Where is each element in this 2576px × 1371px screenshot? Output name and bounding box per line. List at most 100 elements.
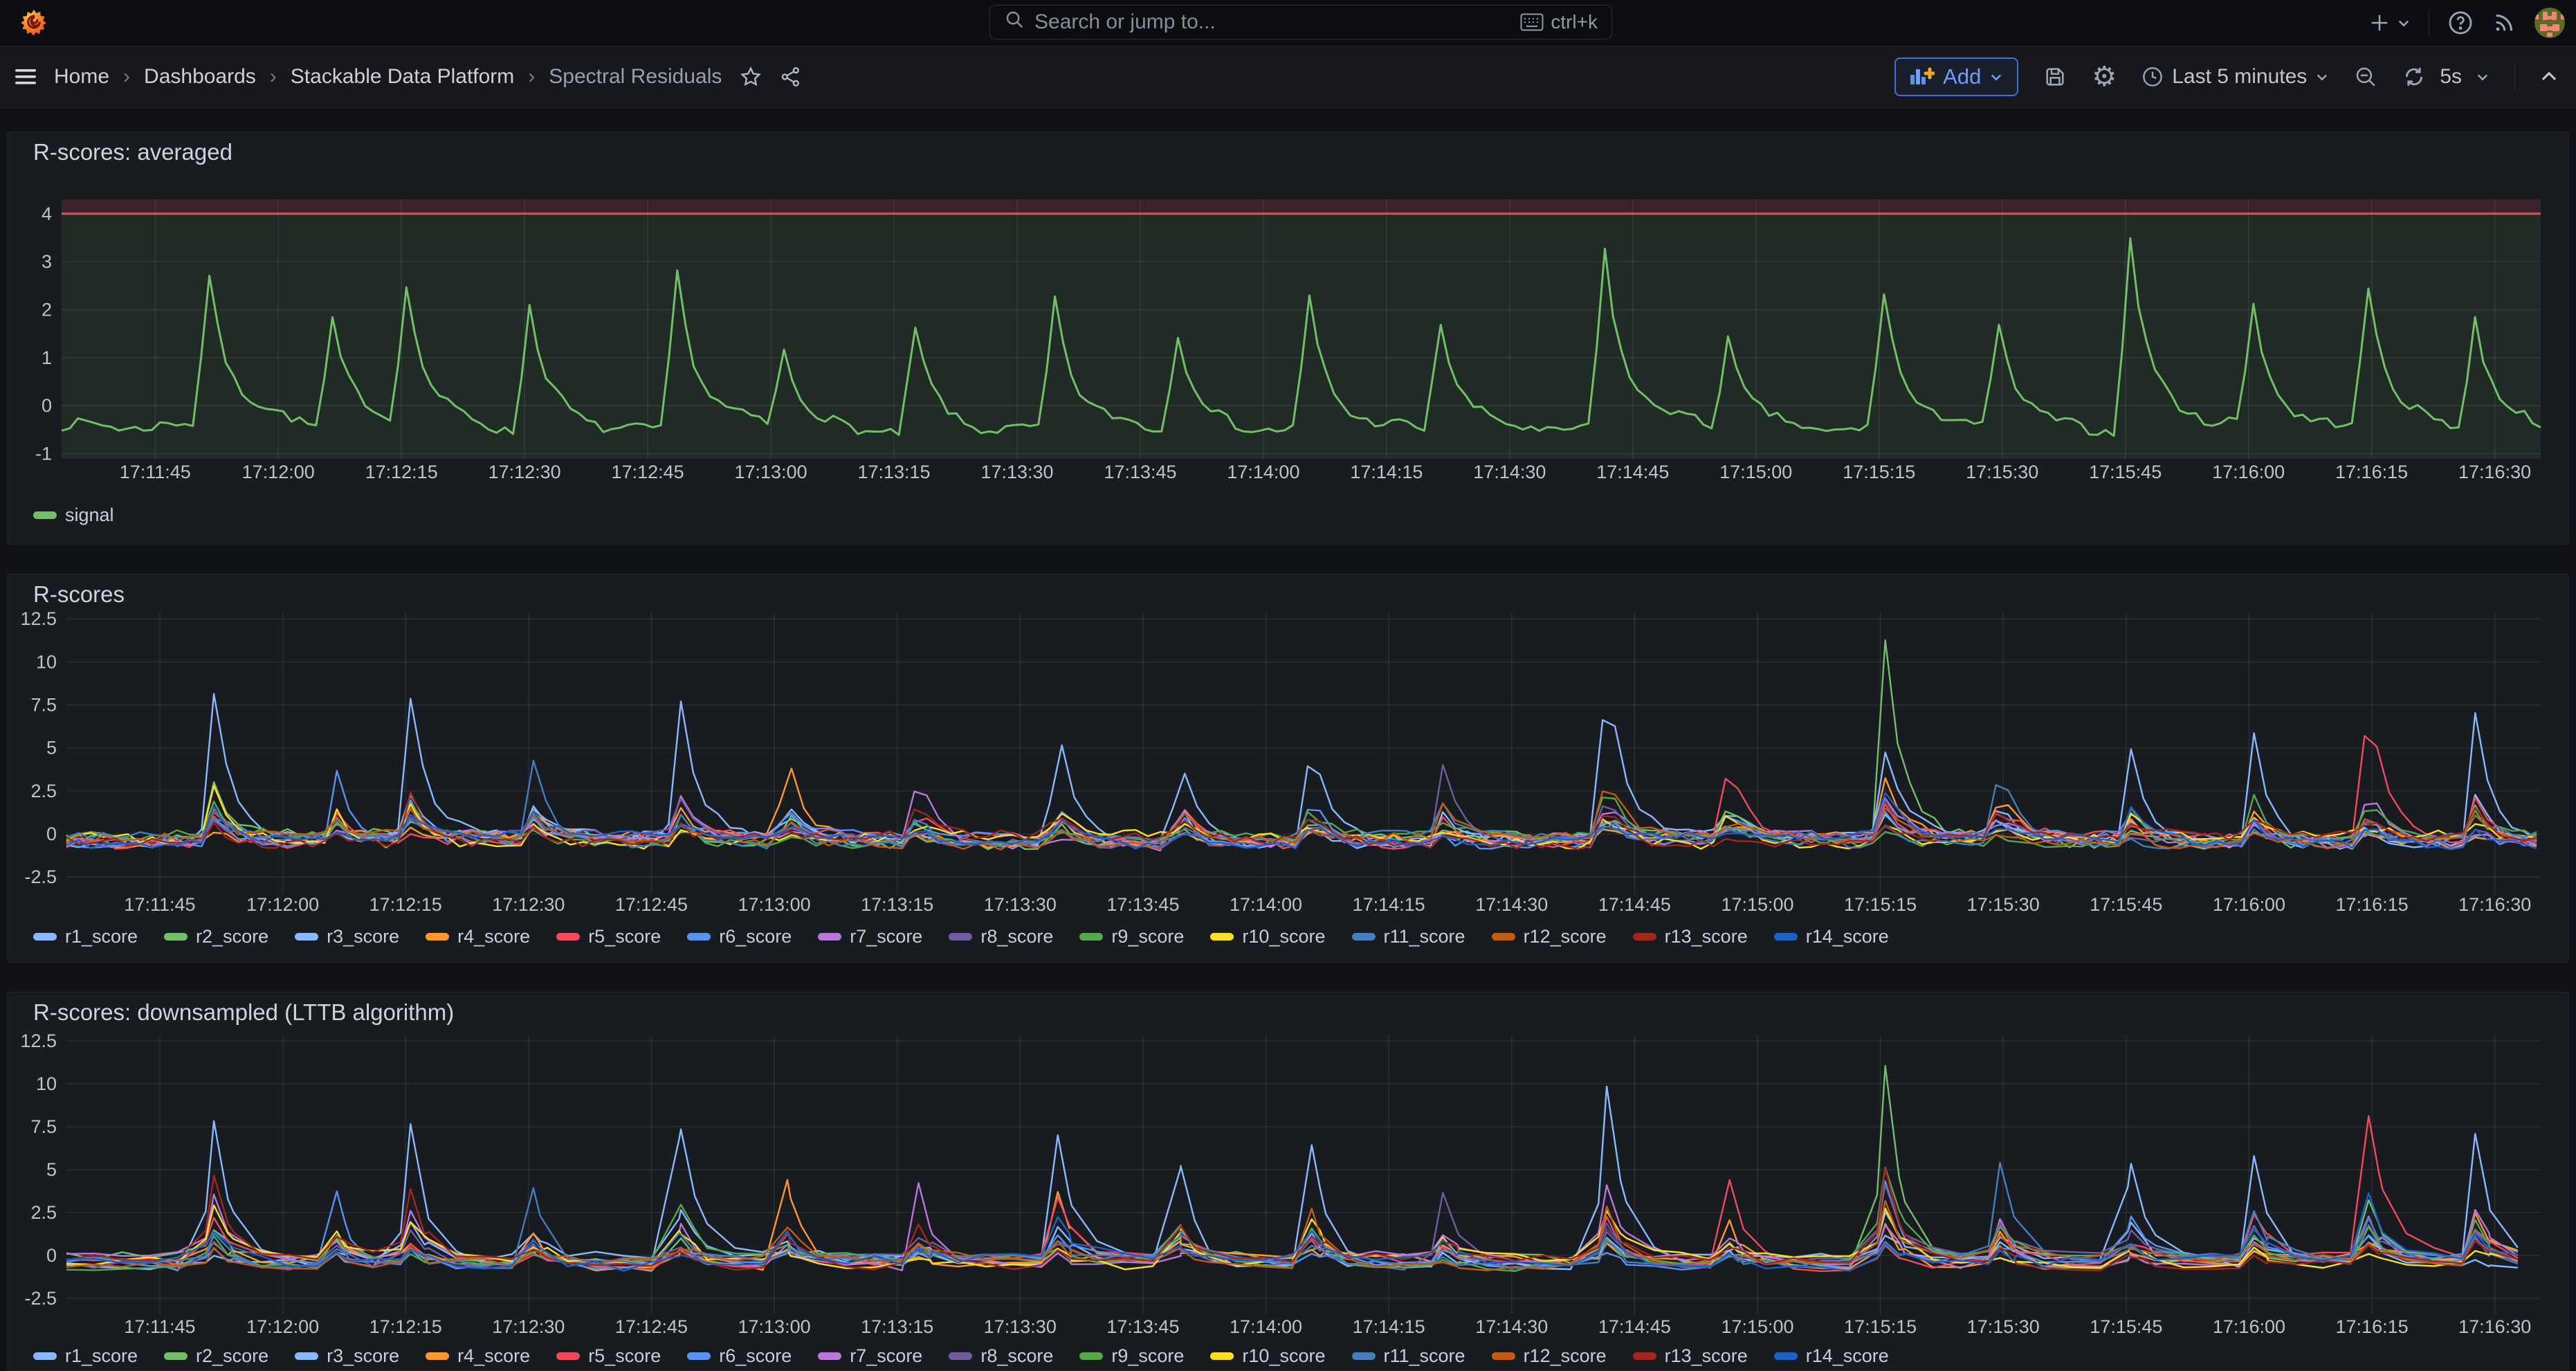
legend-item-r7_score[interactable]: r7_score xyxy=(818,1345,922,1367)
legend-item-r4_score[interactable]: r4_score xyxy=(426,926,530,947)
x-axis-tick-label: 17:13:30 xyxy=(984,894,1057,915)
breadcrumb-dashboards[interactable]: Dashboards xyxy=(144,65,256,89)
x-axis-tick-label: 17:13:15 xyxy=(861,1316,933,1337)
y-axis-tick-label: 4 xyxy=(42,203,52,224)
user-avatar[interactable] xyxy=(2534,8,2565,38)
add-panel-button[interactable]: Add xyxy=(1894,57,2018,96)
zoom-out-button[interactable] xyxy=(2354,65,2377,89)
legend-label: r4_score xyxy=(457,1345,530,1367)
x-axis-tick-label: 17:14:30 xyxy=(1475,894,1548,915)
legend-item-r9_score[interactable]: r9_score xyxy=(1079,926,1184,947)
time-range-picker[interactable]: Last 5 minutes xyxy=(2141,65,2329,89)
x-axis-tick-label: 17:13:30 xyxy=(980,462,1053,482)
chart-r-scores-downsampled[interactable]: 12.5107.552.50-2.517:11:4517:12:0017:12:… xyxy=(8,992,2568,1370)
legend-label: r2_score xyxy=(196,926,268,947)
legend-item-r7_score[interactable]: r7_score xyxy=(818,926,922,947)
legend-item-r5_score[interactable]: r5_score xyxy=(556,926,661,947)
x-axis-tick-label: 17:12:00 xyxy=(246,1316,319,1337)
chevron-right-icon: › xyxy=(270,65,277,89)
legend-label: r2_score xyxy=(196,1345,268,1367)
legend-item-r13_score[interactable]: r13_score xyxy=(1633,1345,1748,1367)
legend-item-r8_score[interactable]: r8_score xyxy=(949,1345,1053,1367)
legend: signal xyxy=(33,505,114,526)
collapse-toolbar-button[interactable] xyxy=(2540,69,2558,84)
legend-swatch xyxy=(164,1352,188,1360)
news-button[interactable] xyxy=(2492,10,2516,35)
x-axis-tick-label: 17:15:45 xyxy=(2089,462,2162,482)
legend-item-r1_score[interactable]: r1_score xyxy=(33,1345,138,1367)
y-axis-tick-label: -2.5 xyxy=(24,1288,57,1309)
legend-item-r1_score[interactable]: r1_score xyxy=(33,926,138,947)
share-button[interactable] xyxy=(780,66,802,88)
legend-swatch xyxy=(556,1352,580,1360)
x-axis-tick-label: 17:16:00 xyxy=(2212,462,2285,482)
x-axis-tick-label: 17:11:45 xyxy=(124,1316,195,1337)
legend-item-r14_score[interactable]: r14_score xyxy=(1774,1345,1889,1367)
news-icon xyxy=(2492,10,2516,35)
legend-item-r9_score[interactable]: r9_score xyxy=(1079,1345,1184,1367)
save-dashboard-button[interactable] xyxy=(2043,65,2067,89)
legend-item-r12_score[interactable]: r12_score xyxy=(1492,926,1607,947)
legend-swatch xyxy=(1210,933,1234,941)
x-axis-tick-label: 17:14:00 xyxy=(1230,1316,1302,1337)
refresh-interval-label: 5s xyxy=(2440,65,2462,89)
legend-label: r14_score xyxy=(1806,1345,1889,1367)
star-icon xyxy=(740,66,762,88)
y-axis-tick-label: 12.5 xyxy=(20,608,57,629)
legend-label: r10_score xyxy=(1242,1345,1325,1367)
y-axis-tick-label: 10 xyxy=(36,1073,57,1094)
legend-item-r13_score[interactable]: r13_score xyxy=(1633,926,1748,947)
legend-item-r11_score[interactable]: r11_score xyxy=(1352,926,1465,947)
legend-item-r2_score[interactable]: r2_score xyxy=(164,1345,268,1367)
legend-item-r4_score[interactable]: r4_score xyxy=(426,1345,530,1367)
legend-item-r3_score[interactable]: r3_score xyxy=(295,926,399,947)
zoom-out-icon xyxy=(2354,65,2377,89)
grafana-logo-icon[interactable] xyxy=(19,8,48,37)
x-axis-tick-label: 17:15:30 xyxy=(1967,1316,2040,1337)
legend-label: r4_score xyxy=(457,926,530,947)
x-axis-tick-label: 17:13:30 xyxy=(984,1316,1057,1337)
new-menu-button[interactable] xyxy=(2369,12,2411,33)
legend-item-r3_score[interactable]: r3_score xyxy=(295,1345,399,1367)
legend-item-r8_score[interactable]: r8_score xyxy=(949,926,1053,947)
legend-label: r8_score xyxy=(980,1345,1053,1367)
breadcrumb-folder[interactable]: Stackable Data Platform xyxy=(291,65,514,89)
refresh-button[interactable]: 5s xyxy=(2402,65,2490,89)
x-axis-tick-label: 17:12:15 xyxy=(365,462,438,482)
legend-item-r5_score[interactable]: r5_score xyxy=(556,1345,661,1367)
x-axis-tick-label: 17:14:30 xyxy=(1475,1316,1548,1337)
panel-r-scores-averaged: R-scores: averaged 43210-117:11:4517:12:… xyxy=(7,131,2569,545)
legend-item-r6_score[interactable]: r6_score xyxy=(687,1345,792,1367)
breadcrumb-home[interactable]: Home xyxy=(54,65,109,89)
search-input[interactable]: Search or jump to... ctrl+k xyxy=(989,5,1612,39)
x-axis-tick-label: 17:14:15 xyxy=(1353,1316,1425,1337)
x-axis-tick-label: 17:12:00 xyxy=(246,894,319,915)
threshold-region-above xyxy=(62,199,2541,214)
x-axis-tick-label: 17:14:15 xyxy=(1350,462,1423,482)
dashboard-settings-button[interactable]: ⚙ xyxy=(2092,63,2117,91)
legend-swatch xyxy=(1079,1352,1103,1360)
x-axis-tick-label: 17:15:15 xyxy=(1844,894,1917,915)
x-axis-tick-label: 17:13:00 xyxy=(735,462,807,482)
x-axis-tick-label: 17:16:00 xyxy=(2213,894,2285,915)
chart-r-scores-averaged[interactable]: 43210-117:11:4517:12:0017:12:1517:12:301… xyxy=(8,132,2568,544)
chevron-down-icon xyxy=(2476,70,2490,84)
x-axis-tick-label: 17:12:45 xyxy=(615,1316,688,1337)
menu-icon xyxy=(15,69,36,85)
mega-menu-button[interactable] xyxy=(15,69,36,85)
legend-item-r6_score[interactable]: r6_score xyxy=(687,926,792,947)
chart-r-scores[interactable]: 12.5107.552.50-2.517:11:4517:12:0017:12:… xyxy=(8,574,2568,962)
legend-item-r10_score[interactable]: r10_score xyxy=(1210,1345,1325,1367)
legend-item-r10_score[interactable]: r10_score xyxy=(1210,926,1325,947)
save-icon xyxy=(2043,65,2067,89)
y-axis-tick-label: 0 xyxy=(46,1245,57,1266)
legend-item-r2_score[interactable]: r2_score xyxy=(164,926,268,947)
legend-item-signal[interactable]: signal xyxy=(33,505,114,526)
legend-item-r14_score[interactable]: r14_score xyxy=(1774,926,1889,947)
favorite-star-button[interactable] xyxy=(740,66,762,88)
legend-label: r13_score xyxy=(1665,926,1748,947)
help-button[interactable] xyxy=(2447,10,2474,36)
legend-item-r12_score[interactable]: r12_score xyxy=(1492,1345,1607,1367)
legend-label: r14_score xyxy=(1806,926,1889,947)
legend-item-r11_score[interactable]: r11_score xyxy=(1352,1345,1465,1367)
